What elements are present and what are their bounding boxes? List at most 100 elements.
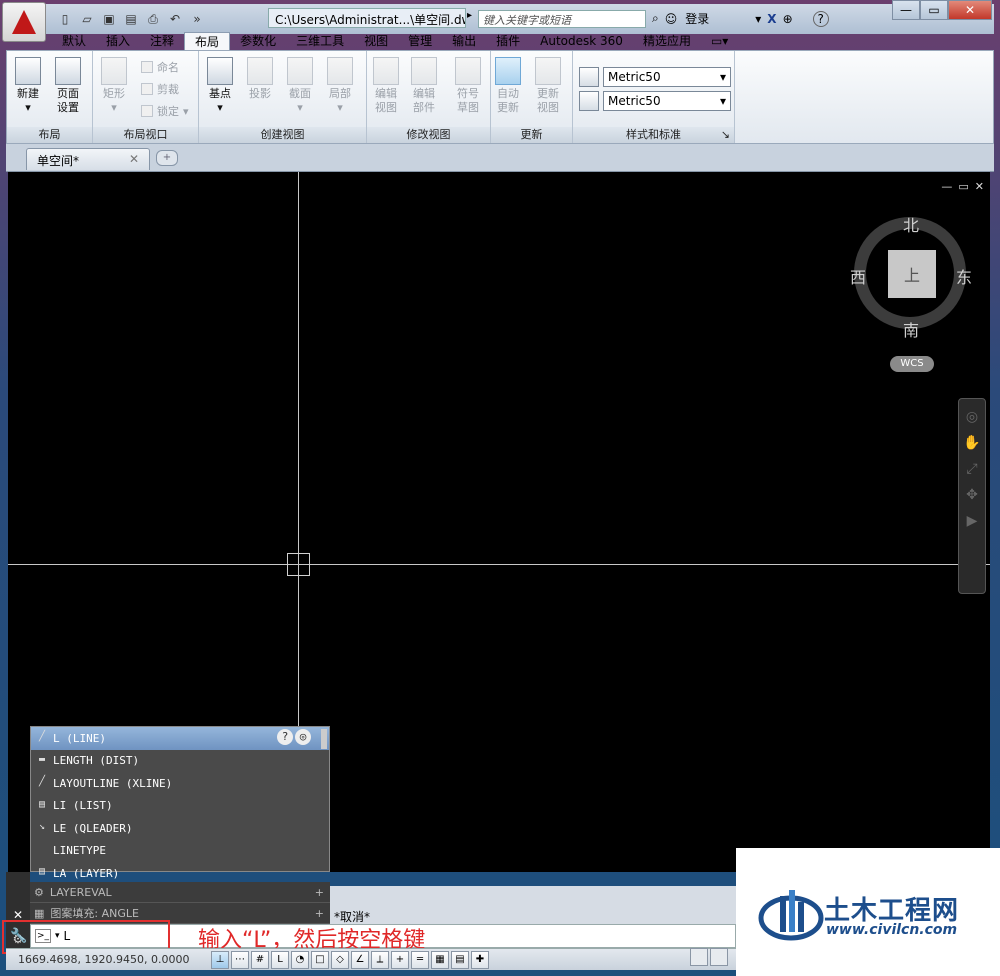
login-label[interactable]: 登录 [685, 10, 709, 27]
rect-viewport-button[interactable]: 矩形 ▾ [101, 57, 127, 115]
plus-icon[interactable]: + [315, 886, 324, 899]
grid-icon[interactable]: # [251, 950, 269, 969]
title-arrow-icon[interactable]: ▸ [467, 10, 477, 26]
dialog-launcher-icon[interactable]: ↘ [721, 127, 730, 143]
sc-icon[interactable]: ✚ [471, 950, 489, 969]
history-row[interactable]: ⚙ LAYEREVAL + [30, 882, 330, 903]
section-style-select[interactable]: Metric50 ▾ [603, 91, 731, 111]
model-icon[interactable] [690, 948, 708, 966]
exchange-icon[interactable]: X [767, 12, 776, 26]
close-icon[interactable]: ✕ [948, 0, 992, 20]
edit-components-button[interactable]: 编辑 部件 [411, 57, 437, 115]
ribbon-tab[interactable]: 视图 [354, 32, 398, 50]
minimize-icon[interactable]: — [892, 0, 920, 20]
ribbon-tab[interactable]: 插入 [96, 32, 140, 50]
detail-view-button[interactable]: 局部 ▾ [327, 57, 353, 115]
edit-view-button[interactable]: 编辑 视图 [373, 57, 399, 115]
page-setup-button[interactable]: 页面 设置 [55, 57, 81, 115]
ribbon-tab[interactable]: 布局 [184, 32, 231, 50]
otrack-icon[interactable]: ∠ [351, 950, 369, 969]
dyn-icon[interactable]: + [391, 950, 409, 969]
snap-icon[interactable]: ⋯ [231, 950, 249, 969]
autocomplete-item[interactable]: ╱ LAYOUTLINE (XLINE) [31, 772, 329, 795]
close-tab-icon[interactable]: ✕ [129, 152, 139, 166]
polar-icon[interactable]: ◔ [291, 950, 309, 969]
compass-south[interactable]: 南 [903, 317, 919, 341]
help-icon[interactable]: ? [812, 10, 829, 27]
autocomplete-scrollbar[interactable] [321, 729, 327, 749]
doc-tab[interactable]: 单空间* ✕ [26, 148, 150, 170]
new-layout-button[interactable]: 新建 ▾ [15, 57, 41, 115]
3dosnap-icon[interactable]: ◇ [331, 950, 349, 969]
restore-icon[interactable]: ▭ [920, 0, 948, 20]
compass-east[interactable]: 东 [956, 264, 972, 288]
plus-icon[interactable]: + [315, 907, 324, 920]
infer-icon[interactable]: ⊥ [211, 950, 229, 969]
coordinates-readout[interactable]: 1669.4698, 1920.9450, 0.0000 [6, 953, 211, 966]
open-file-icon[interactable]: ▱ [78, 10, 96, 28]
ribbon-tab[interactable]: 插件 [486, 32, 530, 50]
auto-update-button[interactable]: 自动 更新 [495, 57, 521, 115]
tab-overflow-icon[interactable]: ▭▾ [701, 32, 738, 50]
autocomplete-item[interactable]: ↘ LE (QLEADER) [31, 817, 329, 840]
tpy-icon[interactable]: ▦ [431, 950, 449, 969]
ribbon-tab[interactable]: 默认 [52, 32, 96, 50]
ribbon-tab[interactable]: 管理 [398, 32, 442, 50]
lock-icon[interactable]: ⊕ [783, 12, 793, 26]
zoom-icon[interactable]: ⤢ [959, 461, 985, 477]
name-viewport-button[interactable]: 命名 [141, 59, 179, 75]
viewcube-face[interactable]: 上 [888, 250, 936, 298]
command-icon [35, 844, 49, 858]
ribbon-tab[interactable]: 三维工具 [286, 32, 354, 50]
autocomplete-item[interactable]: ╱ L (LINE)? ◎ [31, 727, 329, 750]
orbit-icon[interactable]: ✥ [959, 487, 985, 503]
new-tab-icon[interactable]: + [156, 150, 178, 166]
compass-north[interactable]: 北 [903, 212, 919, 236]
save-icon[interactable]: ▣ [100, 10, 118, 28]
save-as-icon[interactable]: ▤ [122, 10, 140, 28]
viewport-restore-icon[interactable]: ▭ [958, 180, 968, 193]
ribbon-tab[interactable]: 注释 [140, 32, 184, 50]
osnap-icon[interactable]: □ [311, 950, 329, 969]
pan-icon[interactable]: ✋ [959, 435, 985, 451]
layout-icon[interactable] [710, 948, 728, 966]
lwt-icon[interactable]: ═ [411, 950, 429, 969]
ribbon-tab[interactable]: 精选应用 [633, 32, 701, 50]
ortho-icon[interactable]: L [271, 950, 289, 969]
view-style-icon[interactable] [579, 67, 599, 87]
view-style-select[interactable]: Metric50 ▾ [603, 67, 731, 87]
showmotion-icon[interactable]: ▶ [959, 513, 985, 529]
search-input[interactable]: 键入关键字或短语 [478, 10, 646, 28]
clip-viewport-button[interactable]: 剪裁 [141, 81, 179, 97]
binoculars-icon[interactable]: ⌕ [652, 11, 659, 26]
more-icon[interactable]: » [188, 10, 206, 28]
symbol-sketch-button[interactable]: 符号 草图 [455, 57, 481, 115]
ribbon-tab[interactable]: 参数化 [230, 32, 286, 50]
chevron-down-icon[interactable]: ▾ [755, 12, 761, 26]
section-style-icon[interactable] [579, 91, 599, 111]
login-area[interactable]: ⌕ ☺ 登录 ▾ X ⊕ ? [652, 10, 829, 27]
update-view-button[interactable]: 更新 视图 [535, 57, 561, 115]
section-view-button[interactable]: 截面 ▾ [287, 57, 313, 115]
lock-viewport-button[interactable]: 锁定 ▾ [141, 103, 189, 119]
help-icon[interactable]: ? [277, 729, 293, 745]
autocomplete-item[interactable]: LINETYPE [31, 840, 329, 863]
ducs-icon[interactable]: ⟂ [371, 950, 389, 969]
viewport-minimize-icon[interactable]: — [941, 180, 952, 193]
qp-icon[interactable]: ▤ [451, 950, 469, 969]
new-file-icon[interactable]: ▯ [56, 10, 74, 28]
wcs-menu[interactable]: WCS [890, 356, 934, 372]
print-icon[interactable]: ⎙ [144, 10, 162, 28]
viewport-close-icon[interactable]: ✕ [975, 180, 984, 193]
projected-view-button[interactable]: 投影 [247, 57, 273, 101]
undo-icon[interactable]: ↶ [166, 10, 184, 28]
compass-west[interactable]: 西 [850, 264, 866, 288]
ribbon-tab[interactable]: Autodesk 360 [530, 32, 633, 50]
autocomplete-item[interactable]: ▬ LENGTH (DIST) [31, 750, 329, 773]
autocomplete-item[interactable]: ▤ LI (LIST) [31, 795, 329, 818]
base-view-button[interactable]: 基点 ▾ [207, 57, 233, 115]
application-menu-button[interactable] [2, 2, 46, 42]
web-icon[interactable]: ◎ [295, 729, 311, 745]
ribbon-tab[interactable]: 输出 [442, 32, 486, 50]
steering-wheel-icon[interactable]: ◎ [959, 409, 985, 425]
